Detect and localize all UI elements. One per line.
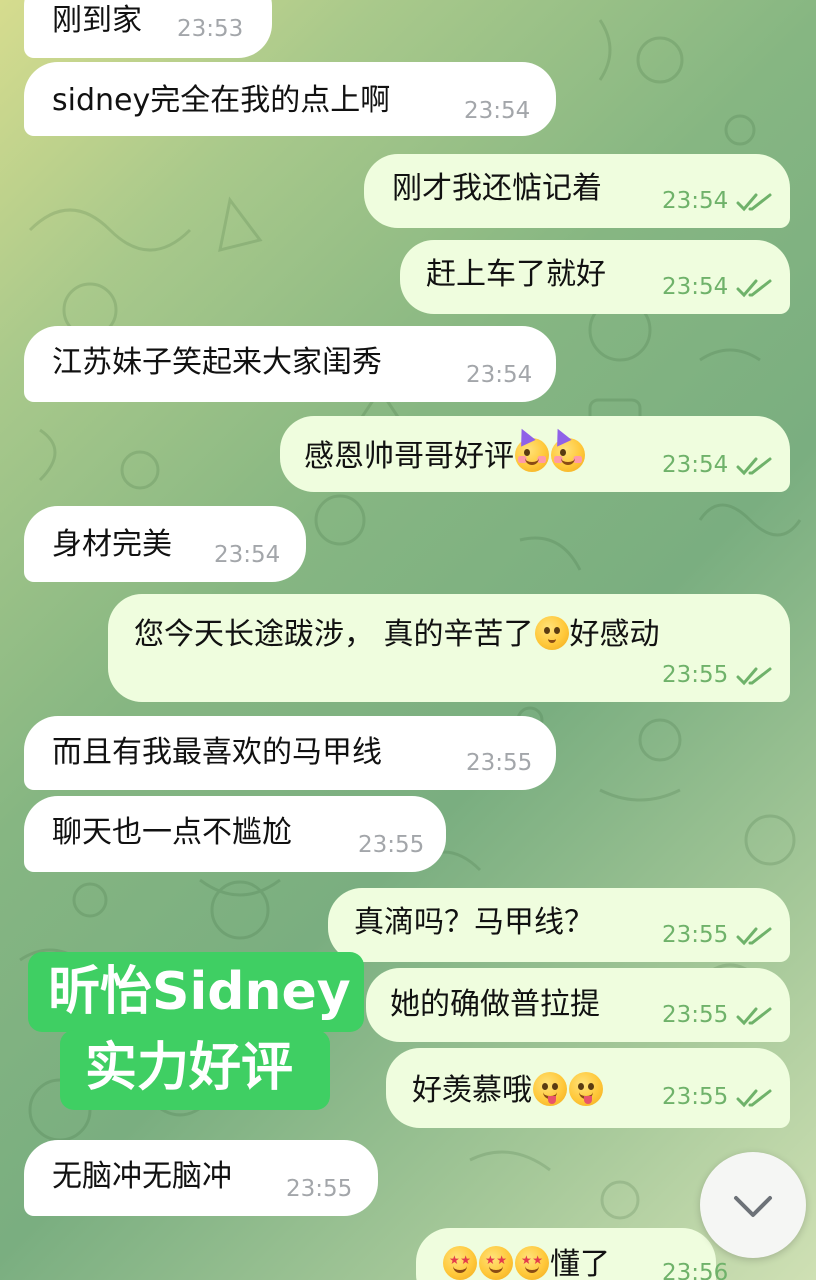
message-time: 23:56 [662, 1260, 729, 1280]
message-text: 好羡慕哦 [412, 1072, 604, 1106]
promo-line-1: 昕怡Sidney [48, 962, 351, 1022]
message-time: 23:54 [214, 542, 281, 568]
outgoing-message[interactable]: 懂了 23:56 [416, 1228, 728, 1280]
message-text: 刚才我还惦记着 [392, 171, 602, 206]
message-text-content: 好羡慕哦 [412, 1073, 532, 1108]
message-text: sidney完全在我的点上啊 [52, 83, 391, 118]
incoming-message[interactable]: 而且有我最喜欢的马甲线 23:55 [24, 716, 556, 790]
message-time: 23:54 [466, 362, 533, 388]
outgoing-message[interactable]: 感恩帅哥哥好评 23:54 [280, 416, 790, 492]
message-text-content: 感恩帅哥哥好评 [304, 439, 514, 474]
pleading-face-icon [534, 616, 569, 650]
incoming-message[interactable]: 刚到家 23:53 [24, 0, 272, 58]
double-check-icon [736, 1007, 772, 1026]
message-text: 感恩帅哥哥好评 [304, 425, 586, 474]
message-text-content: 懂了 [550, 1247, 610, 1280]
message-time: 23:55 [662, 1084, 729, 1110]
message-text: 赶上车了就好 [426, 257, 606, 292]
message-text: 江苏妹子笑起来大家闺秀 [52, 345, 382, 380]
message-time: 23:54 [662, 188, 729, 214]
message-text: 她的确做普拉提 [390, 987, 600, 1022]
message-text: 真滴吗？马甲线？ [354, 905, 594, 940]
message-time: 23:53 [177, 16, 244, 42]
promo-label: 昕怡Sidney [28, 952, 364, 1032]
double-check-icon [736, 193, 772, 212]
message-text-content-2: 好感动 [569, 617, 660, 652]
message-time: 23:55 [662, 1002, 729, 1028]
message-time: 23:55 [286, 1176, 353, 1202]
star-struck-face-icon [479, 1246, 513, 1280]
partying-face-icon [514, 425, 549, 472]
yum-face-icon [533, 1072, 567, 1106]
message-time: 23:55 [466, 750, 533, 776]
incoming-message[interactable]: sidney完全在我的点上啊 23:54 [24, 62, 556, 136]
incoming-message[interactable]: 身材完美 23:54 [24, 506, 306, 582]
outgoing-message[interactable]: 您今天长途跋涉， 真的辛苦了 好感动 23:55 [108, 594, 790, 702]
message-text-content: 您今天长途跋涉， 真的辛苦了 [134, 617, 534, 652]
outgoing-message[interactable]: 好羡慕哦 23:55 [386, 1048, 790, 1128]
message-time: 23:54 [662, 274, 729, 300]
message-text: 而且有我最喜欢的马甲线 [52, 735, 382, 770]
star-struck-face-icon [443, 1246, 477, 1280]
message-time: 23:54 [662, 452, 729, 478]
message-text: 身材完美 [52, 527, 172, 562]
star-struck-face-icon [515, 1246, 549, 1280]
double-check-icon [736, 1089, 772, 1108]
message-time: 23:54 [464, 98, 531, 124]
incoming-message[interactable]: 无脑冲无脑冲 23:55 [24, 1140, 378, 1216]
outgoing-message[interactable]: 她的确做普拉提 23:55 [366, 968, 790, 1042]
partying-face-icon [550, 425, 585, 472]
double-check-icon [736, 667, 772, 686]
message-text: 您今天长途跋涉， 真的辛苦了 好感动 [134, 616, 660, 650]
outgoing-message[interactable]: 真滴吗？马甲线？ 23:55 [328, 888, 790, 962]
chevron-down-icon [734, 1196, 772, 1217]
message-time: 23:55 [358, 832, 425, 858]
promo-label: 实力好评 [60, 1030, 330, 1110]
incoming-message[interactable]: 江苏妹子笑起来大家闺秀 23:54 [24, 326, 556, 402]
outgoing-message[interactable]: 刚才我还惦记着 23:54 [364, 154, 790, 228]
message-text: 聊天也一点不尴尬 [52, 815, 292, 850]
outgoing-message[interactable]: 赶上车了就好 23:54 [400, 240, 790, 314]
double-check-icon [736, 927, 772, 946]
scroll-to-bottom-button[interactable] [700, 1152, 806, 1258]
promo-line-2: 实力好评 [85, 1038, 294, 1098]
yum-face-icon [569, 1072, 603, 1106]
message-time: 23:55 [662, 662, 729, 688]
double-check-icon [736, 457, 772, 476]
message-text: 懂了 [442, 1246, 610, 1280]
incoming-message[interactable]: 聊天也一点不尴尬 23:55 [24, 796, 446, 872]
message-time: 23:55 [662, 922, 729, 948]
double-check-icon [736, 279, 772, 298]
message-text: 刚到家 [52, 3, 142, 38]
message-text: 无脑冲无脑冲 [52, 1159, 232, 1194]
